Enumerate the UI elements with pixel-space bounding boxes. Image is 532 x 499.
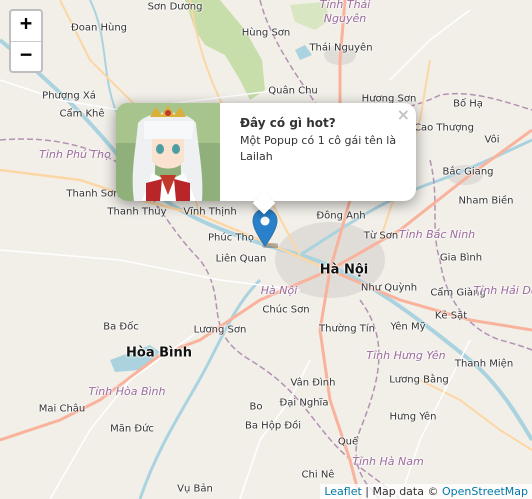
leaflet-link[interactable]: Leaflet	[324, 485, 361, 498]
map-label-chi-ne: Chi Nê	[301, 469, 335, 481]
map-label-thanh-mien: Thanh Miện	[454, 358, 514, 370]
marker-pin-icon	[252, 208, 282, 249]
map-label-doan-hung: Đoan Hùng	[70, 22, 128, 34]
attribution-separator: | Map data ©	[361, 485, 442, 498]
map-label-thanh-thuy: Thanh Thủy	[107, 206, 167, 218]
map-label-son-duong: Sơn Dương	[147, 1, 203, 13]
zoom-out-button[interactable]: −	[11, 41, 41, 71]
map-label-hoa-binh: Hòa Bình	[126, 345, 192, 361]
map-label-thanh-son: Thanh Sơn	[66, 188, 120, 200]
map-label-cao-thuong: Cao Thượng	[414, 122, 474, 134]
map-label-phuc-tho: Phúc Thọ	[208, 232, 254, 244]
map-label-tinh-hai-duong: Tỉnh Hải Dương	[473, 284, 532, 297]
map-label-hung-son: Hùng Sơn	[241, 27, 291, 39]
map-label-ba-hopp-doi: Ba Hộp Đồi	[245, 420, 301, 432]
map-label-cam-khe: Cẩm Khê	[59, 108, 105, 120]
map-label-tinh-hoa-binh: Tỉnh Hòa Bình	[88, 385, 166, 398]
map-attribution: Leaflet | Map data © OpenStreetMap	[320, 484, 532, 499]
river	[89, 0, 121, 121]
map-label-yen-my: Yên Mỹ	[390, 321, 426, 333]
zoom-control: + −	[9, 9, 43, 73]
map-container[interactable]: Sơn Dương Đoan Hùng Hùng Sơn Thái Nguyên Quâ…	[0, 0, 532, 499]
map-label-dong-anh: Đông Anh	[316, 210, 366, 222]
map-label-thuong-tin: Thường Tín	[319, 323, 375, 335]
map-label-voi: Vôi	[484, 134, 500, 146]
map-label-ha-noi-province: Hà Nội	[260, 284, 298, 297]
map-label-vinh-thinh: Vĩnh Thịnh	[183, 206, 237, 218]
marker-popup: × Đây có gì hot? Một Popup có 1 cô gái t…	[116, 103, 416, 215]
map-label-ke-sat: Kẻ Sặt	[434, 310, 468, 322]
popup-title: Đây có gì hot?	[240, 116, 336, 130]
map-label-lien-quan: Liên Quan	[215, 253, 267, 265]
openstreetmap-link[interactable]: OpenStreetMap	[442, 485, 528, 498]
map-label-tinh-phu-tho: Tỉnh Phú Thọ	[39, 148, 111, 161]
map-label-vu-ban: Vụ Bản	[177, 483, 213, 495]
map-label-thai-nguyen: Thái Nguyên	[309, 42, 373, 54]
map-label-phuong-xa: Phượng Xá	[42, 90, 96, 102]
popup-close-button[interactable]: ×	[397, 105, 410, 124]
map-label-que: Quế	[337, 436, 359, 448]
map-label-quan-chu: Quân Chu	[268, 85, 318, 97]
minor-road	[389, 9, 471, 81]
map-label-tinh-hung-yen: Tỉnh Hưng Yên	[366, 349, 446, 362]
map-label-tinh-ha-nam: Tỉnh Hà Nam	[352, 455, 424, 468]
map-marker[interactable]	[252, 208, 282, 252]
map-label-ba-doc: Ba Đốc	[103, 321, 139, 333]
map-label-gia-binh: Gia Bình	[439, 252, 483, 264]
map-label-bo: Bo	[249, 401, 263, 413]
zoom-in-button[interactable]: +	[11, 11, 41, 41]
map-label-tinh-thai-nguyen: Tỉnh Thái Nguyên	[319, 0, 371, 25]
popup-body: Một Popup có 1 cô gái tên là Lailah	[240, 134, 397, 163]
map-label-mai-chau: Mai Châu	[38, 403, 86, 415]
map-label-luong-son: Lương Sơn	[193, 324, 247, 336]
map-label-man-duc: Mãn Đức	[110, 423, 154, 435]
forest-area	[185, 0, 265, 100]
map-label-hung-yen: Hưng Yên	[389, 411, 437, 423]
map-label-van-dinh: Vân Đình	[290, 377, 336, 389]
map-label-nham-bien: Nham Biền	[458, 195, 514, 207]
map-label-dai-nghia: Đại Nghĩa	[279, 397, 329, 409]
map-label-luong-bang: Lương Bằng	[389, 374, 449, 386]
map-label-nhu-quynh: Như Quỳnh	[360, 282, 418, 294]
map-label-bac-giang: Bắc Giang	[442, 166, 494, 178]
map-label-bo-ha: Bố Hạ	[453, 98, 483, 110]
popup-image-lailah	[116, 103, 220, 201]
map-label-tinh-bac-ninh: Tỉnh Bắc Ninh	[398, 228, 476, 241]
map-label-chuc-son: Chúc Sơn	[262, 304, 310, 316]
map-label-ha-noi: Hà Nội	[319, 262, 369, 278]
